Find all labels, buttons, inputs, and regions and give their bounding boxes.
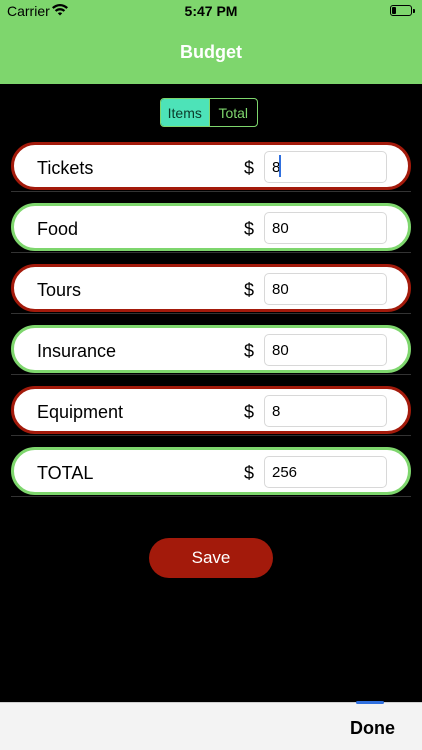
- row-separator: [11, 374, 411, 375]
- page-title: Budget: [180, 42, 242, 62]
- row-separator: [11, 435, 411, 436]
- currency-symbol: $: [244, 219, 255, 239]
- status-bar: Carrier 5:47 PM: [0, 0, 422, 22]
- text-cursor: [279, 155, 281, 177]
- clock-time: 5:47 PM: [184, 3, 238, 19]
- row-separator: [11, 313, 411, 314]
- segment-total[interactable]: Total: [208, 99, 258, 126]
- equipment-amount-input[interactable]: [264, 395, 387, 427]
- row-label: Food: [37, 219, 79, 239]
- row-separator: [11, 191, 411, 192]
- budget-row-tours: Tours $: [11, 264, 411, 312]
- battery-icon: [390, 5, 415, 16]
- row-label: Equipment: [37, 402, 124, 422]
- insurance-amount-input[interactable]: [264, 334, 387, 366]
- row-label: TOTAL: [37, 463, 94, 483]
- done-button[interactable]: Done: [344, 717, 401, 740]
- keyboard-toolbar: Done: [0, 701, 422, 750]
- tickets-amount-input[interactable]: [264, 151, 387, 183]
- food-amount-input[interactable]: [264, 212, 387, 244]
- tours-amount-input[interactable]: [264, 273, 387, 305]
- currency-symbol: $: [244, 158, 255, 178]
- row-separator: [11, 252, 411, 253]
- budget-row-equipment: Equipment $: [11, 386, 411, 434]
- row-label: Insurance: [37, 341, 117, 361]
- row-label: Tours: [37, 280, 82, 300]
- toolbar-accent: [356, 701, 384, 704]
- save-button[interactable]: Save: [149, 538, 273, 578]
- currency-symbol: $: [244, 402, 255, 422]
- navigation-bar: Budget: [0, 22, 422, 84]
- total-amount-input[interactable]: [264, 456, 387, 488]
- segment-items[interactable]: Items: [161, 99, 209, 126]
- currency-symbol: $: [244, 341, 255, 361]
- items-total-segmented-control[interactable]: Items Total: [160, 98, 258, 127]
- budget-row-total: TOTAL $: [11, 447, 411, 495]
- currency-symbol: $: [244, 280, 255, 300]
- currency-symbol: $: [244, 463, 255, 483]
- budget-row-food: Food $: [11, 203, 411, 251]
- budget-row-tickets: Tickets $: [11, 142, 411, 190]
- row-label: Tickets: [37, 158, 94, 178]
- row-separator: [11, 496, 411, 497]
- budget-row-insurance: Insurance $: [11, 325, 411, 373]
